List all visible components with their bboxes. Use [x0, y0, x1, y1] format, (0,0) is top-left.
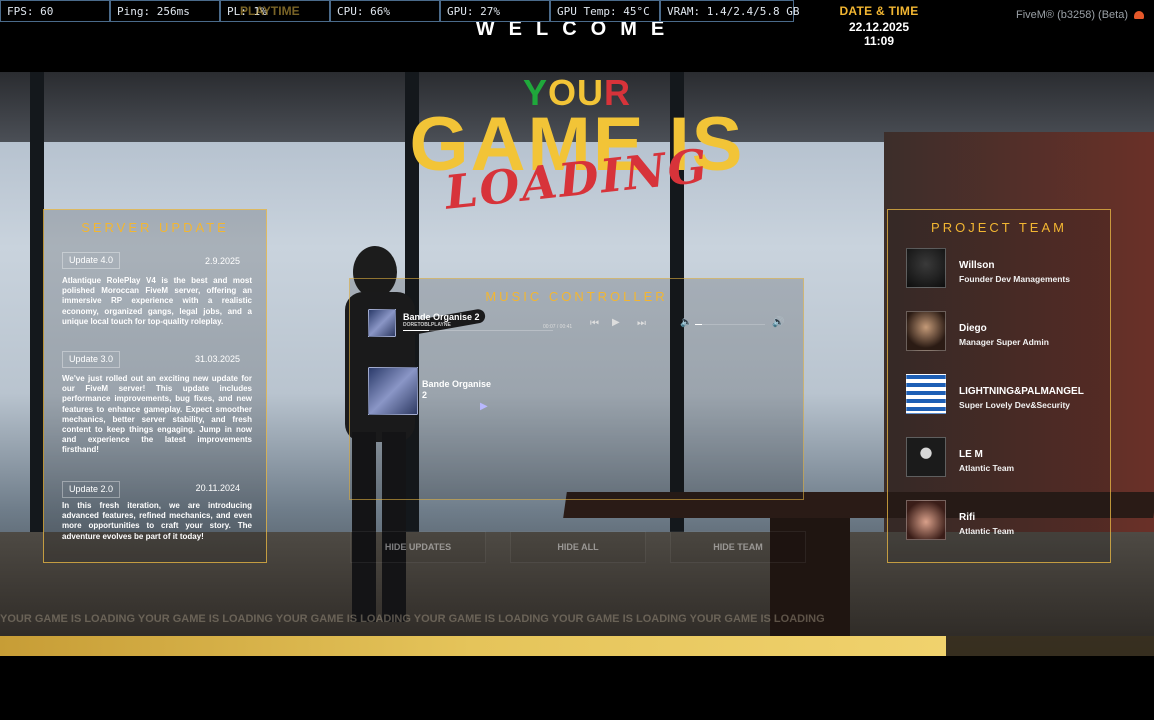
loading-headline: YOUR GAME IS LOADING [0, 72, 1154, 220]
update-body: In this fresh iteration, we are introduc… [62, 501, 252, 541]
volume-mute-icon[interactable]: 🔈 [680, 317, 692, 328]
team-member-name: Willson [959, 260, 995, 271]
update-body: Atlantique RolePlay V4 is the best and m… [62, 276, 252, 326]
team-member-name: Diego [959, 323, 987, 334]
team-member-role: Atlantic Team [959, 526, 1015, 536]
ping-readout: Ping: 256ms [110, 0, 220, 22]
greek-flag-avatar [906, 374, 946, 414]
volume-slider-fill [695, 324, 702, 325]
update-date: 20.11.2024 [195, 483, 240, 493]
fivem-logo-icon [1134, 11, 1144, 19]
playtime-ghost-label: PLAYTIME [240, 4, 300, 18]
date-time-value: 22.12.2025 11:09 [848, 20, 910, 48]
team-member-name: LIGHTNING&PALMANGEL [959, 386, 1084, 397]
gpu-readout: GPU: 27% [440, 0, 550, 22]
gpu-temp-readout: GPU Temp: 45°C [550, 0, 660, 22]
track-time: 00:07 / 00:41 [543, 324, 573, 330]
volume-max-icon[interactable]: 🔊 [772, 317, 784, 328]
now-playing-cover [368, 309, 396, 337]
update-version-badge: Update 3.0 [62, 351, 120, 368]
project-team-panel: PROJECT TEAM Willson Founder Dev Managem… [887, 209, 1111, 563]
previous-track-icon[interactable]: ⏮ [590, 318, 599, 329]
avatar [906, 437, 946, 477]
app-version: FiveM® (b3258) (Beta) [1016, 9, 1144, 21]
date-time-title: DATE & TIME [839, 4, 919, 18]
music-controller-panel: MUSIC CONTROLLER Bande Organise 2 DORETO… [349, 278, 804, 500]
track-progress-track[interactable] [403, 330, 553, 331]
update-body: We've just rolled out an exciting new up… [62, 374, 252, 455]
avatar [906, 500, 946, 540]
server-update-panel: SERVER UPDATE Update 4.0 2.9.2025 Atlant… [43, 209, 267, 563]
playlist-play-icon[interactable]: ▶ [480, 401, 488, 412]
team-member-card: Willson Founder Dev Managements [906, 248, 1092, 300]
update-date: 31.03.2025 [194, 354, 240, 364]
team-member-role: Manager Super Admin [959, 337, 1049, 347]
update-text: In this fresh iteration, we are introduc… [62, 501, 252, 542]
team-member-card: Diego Manager Super Admin [906, 311, 1092, 363]
playlist-track-title[interactable]: Bande Organise 2 [422, 379, 498, 401]
hide-updates-button[interactable]: HIDE UPDATES [350, 531, 486, 563]
team-member-role: Founder Dev Managements [959, 274, 1070, 284]
team-member-card: LE M Atlantic Team [906, 437, 1092, 489]
hide-team-button[interactable]: HIDE TEAM [670, 531, 806, 563]
avatar [906, 248, 946, 288]
loading-marquee: YOUR GAME IS LOADING YOUR GAME IS LOADIN… [0, 613, 825, 625]
track-progress-fill [403, 330, 429, 331]
next-track-icon[interactable]: ⏭ [637, 318, 646, 329]
hide-all-button[interactable]: HIDE ALL [510, 531, 646, 563]
play-icon[interactable]: ▶ [612, 317, 620, 328]
team-member-role: Super Lovely Dev&Security [959, 400, 1071, 410]
avatar [906, 311, 946, 351]
team-member-role: Atlantic Team [959, 463, 1015, 473]
project-team-title: PROJECT TEAM [931, 220, 1067, 235]
loading-bar-fill [0, 636, 947, 656]
fps-readout: FPS: 60 [0, 0, 110, 22]
team-member-name: LE M [959, 449, 983, 460]
now-playing-title: Bande Organise 2 [403, 312, 480, 322]
volume-slider[interactable] [695, 324, 765, 325]
team-member-card: Rifi Atlantic Team [906, 500, 1092, 552]
performance-overlay: FPS: 60 Ping: 256ms PL: 1% CPU: 66% GPU:… [0, 0, 799, 22]
update-text: We've just rolled out an exciting new up… [62, 374, 252, 456]
loading-bar [0, 636, 1154, 656]
app-version-label: FiveM® (b3258) (Beta) [1015, 9, 1128, 21]
team-member-name: Rifi [959, 512, 976, 523]
update-version-badge: Update 2.0 [62, 481, 120, 498]
update-date: 2.9.2025 [204, 256, 240, 266]
update-text: Atlantique RolePlay V4 is the best and m… [62, 276, 252, 327]
team-member-card: LIGHTNING&PALMANGEL Super Lovely Dev&Sec… [906, 374, 1092, 426]
cpu-readout: CPU: 66% [330, 0, 440, 22]
vram-readout: VRAM: 1.4/2.4/5.8 GB [660, 0, 799, 22]
playlist-cover[interactable] [368, 367, 418, 415]
music-controller-title: MUSIC CONTROLLER [485, 289, 668, 304]
now-playing-artist: DORETOBLPLAYNE [403, 322, 451, 328]
date-time-widget: DATE & TIME 22.12.2025 11:09 [832, 4, 926, 48]
